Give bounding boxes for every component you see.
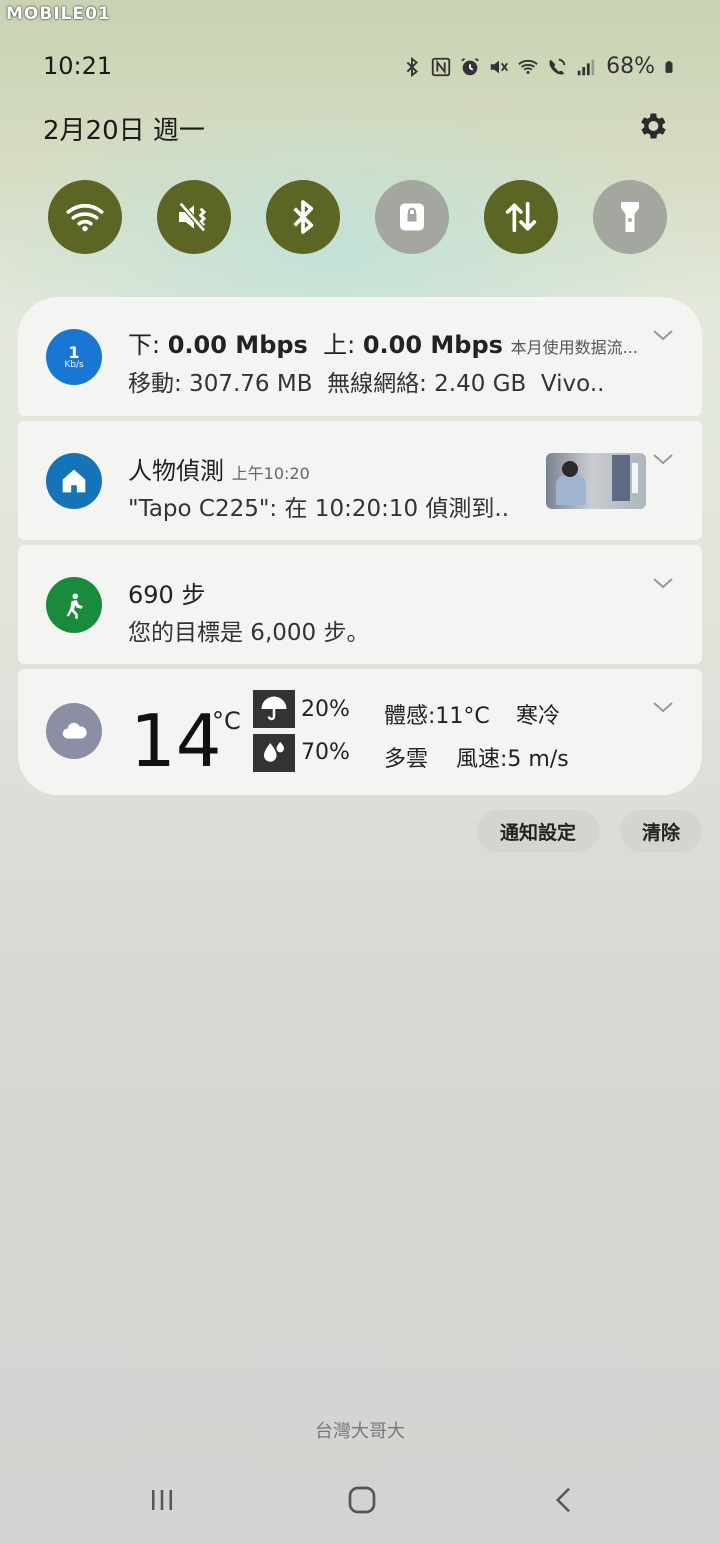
settings-button[interactable]	[632, 106, 672, 146]
temperature-unit: °C	[212, 707, 241, 735]
condition-cold: 寒冷	[516, 704, 561, 729]
clock: 10:21	[43, 52, 113, 80]
carrier-name: Vivo..	[540, 371, 605, 397]
mute-icon	[490, 60, 509, 73]
chevron-down-icon[interactable]	[652, 451, 674, 467]
rotation-lock-toggle[interactable]	[375, 180, 449, 254]
condition-cloudy: 多雲	[384, 747, 429, 772]
camera-snapshot-thumbnail[interactable]	[546, 453, 646, 509]
wifi-toggle[interactable]	[48, 180, 122, 254]
home-circle-icon	[348, 1486, 376, 1514]
quick-settings-row	[48, 180, 668, 254]
steps-goal: 您的目標是 6,000 步。	[128, 620, 370, 646]
status-icons: 68%	[401, 54, 676, 79]
chevron-down-icon[interactable]	[652, 575, 674, 591]
back-button[interactable]	[544, 1482, 584, 1518]
walking-icon	[46, 577, 102, 633]
bluetooth-icon	[406, 56, 419, 77]
steps-title: 690 步	[128, 581, 206, 609]
speed-meter-icon: 1 Kb/s	[46, 329, 102, 385]
cloud-icon	[46, 703, 102, 759]
chevron-down-icon[interactable]	[652, 327, 674, 343]
umbrella-icon	[253, 690, 295, 728]
chevron-down-icon[interactable]	[652, 699, 674, 715]
mobile-data-toggle[interactable]	[484, 180, 558, 254]
recent-apps-button[interactable]	[142, 1482, 182, 1518]
signal-icon	[577, 59, 595, 75]
rain-chance: 20%	[301, 697, 350, 722]
wifi-call-icon	[518, 59, 538, 74]
status-bar: 10:21 68%	[0, 48, 720, 88]
mute-icon	[178, 202, 207, 232]
down-value: 0.00 Mbps	[167, 331, 308, 359]
recents-icon	[152, 1490, 172, 1510]
notification-settings-button[interactable]: 通知設定	[477, 810, 599, 852]
bluetooth-toggle[interactable]	[266, 180, 340, 254]
notification-time: 上午10:20	[231, 464, 310, 483]
watermark: MOBILE01	[6, 4, 111, 24]
down-label: 下:	[128, 331, 161, 359]
notification-network-speed[interactable]: 1 Kb/s 下: 0.00 Mbps 上: 0.00 Mbps 本月使用数据流…	[18, 297, 702, 416]
bluetooth-icon	[293, 200, 314, 234]
carrier-label: 台灣大哥大	[315, 1421, 405, 1442]
nfc-icon	[431, 57, 451, 76]
feels-like: 體感:11°C	[384, 704, 490, 729]
lock-icon	[400, 203, 424, 231]
notification-steps[interactable]: 690 步 您的目標是 6,000 步。	[18, 545, 702, 664]
flashlight-toggle[interactable]	[593, 180, 667, 254]
humidity: 70%	[301, 740, 350, 765]
speed-icon-unit: Kb/s	[64, 359, 84, 370]
monthly-usage-text: 本月使用数据流...	[510, 338, 638, 357]
notification-weather[interactable]: 14 °C 20% 70% 體感:11°C 寒冷 多雲 風速:5 m/s	[18, 669, 702, 795]
temperature: 14	[130, 699, 222, 783]
mobile-usage: 移動: 307.76 MB	[128, 371, 313, 397]
clear-all-button[interactable]: 清除	[620, 810, 702, 852]
notification-body: "Tapo C225": 在 10:20:10 偵測到..	[128, 496, 510, 522]
usage-line: 移動: 307.76 MB 無線網絡: 2.40 GB Vivo..	[128, 364, 604, 398]
home-icon	[46, 453, 102, 509]
battery-icon	[665, 60, 673, 73]
speed-line: 下: 0.00 Mbps 上: 0.00 Mbps 本月使用数据流...	[128, 325, 638, 360]
speed-icon-value: 1	[68, 342, 80, 362]
humidity-icon	[253, 734, 295, 772]
notification-title: 人物偵測	[128, 457, 224, 485]
sound-toggle[interactable]	[157, 180, 231, 254]
up-label: 上:	[323, 331, 356, 359]
wifi-usage: 無線網絡: 2.40 GB	[327, 371, 527, 397]
panel-date: 2月20日 週一	[43, 116, 205, 146]
data-arrows-icon	[505, 201, 537, 233]
back-icon	[555, 1487, 570, 1513]
camera-title-line: 人物偵測 上午10:20	[128, 451, 310, 486]
home-button[interactable]	[342, 1482, 382, 1518]
gear-icon	[641, 113, 666, 139]
flashlight-icon	[621, 202, 639, 232]
wifi-icon	[66, 203, 104, 232]
navigation-bar	[0, 1470, 720, 1530]
wind-speed: 風速:5 m/s	[456, 747, 569, 772]
notification-person-detection[interactable]: 人物偵測 上午10:20 "Tapo C225": 在 10:20:10 偵測到…	[18, 421, 702, 540]
battery-percent: 68%	[606, 54, 655, 79]
volte-icon	[549, 58, 566, 75]
alarm-icon	[461, 57, 479, 75]
up-value: 0.00 Mbps	[362, 331, 503, 359]
